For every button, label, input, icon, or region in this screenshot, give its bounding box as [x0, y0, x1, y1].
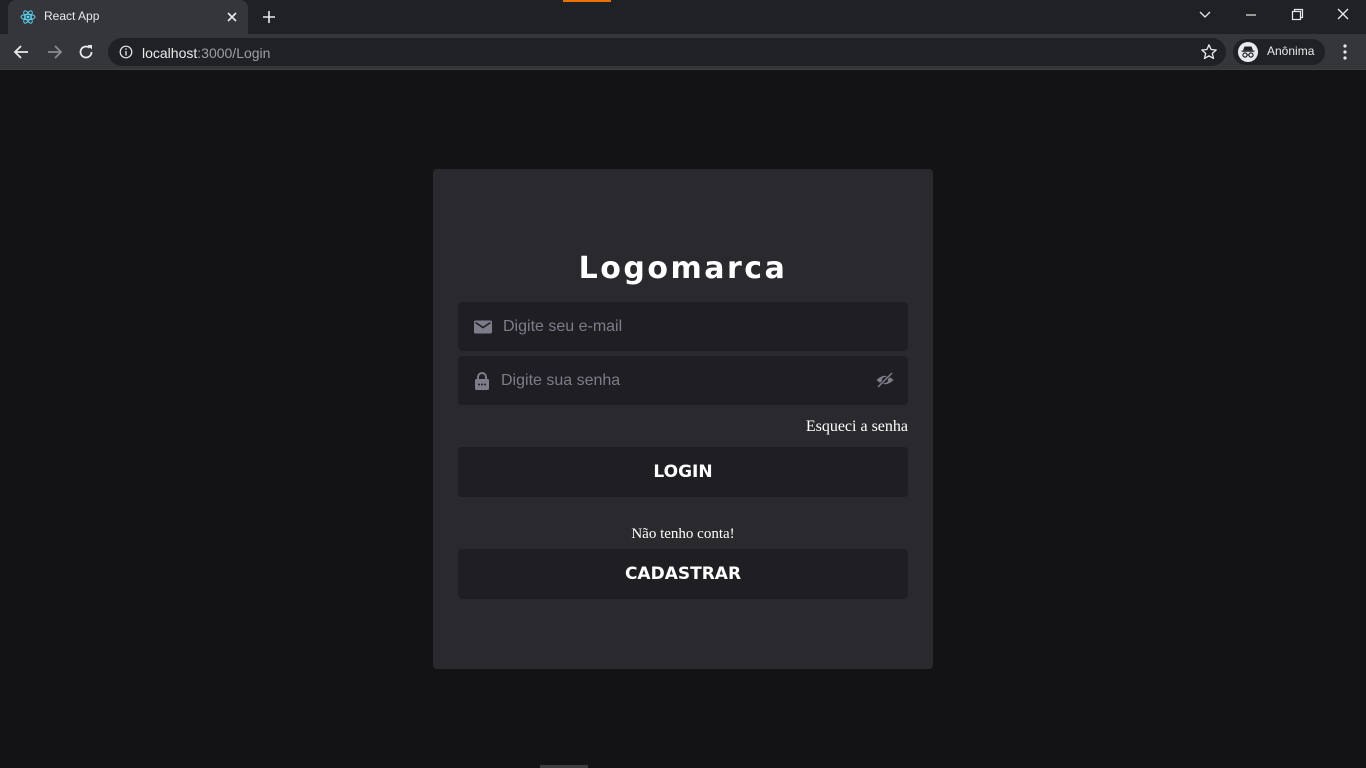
reload-icon[interactable]	[76, 42, 96, 62]
minimize-icon[interactable]	[1240, 6, 1262, 24]
lock-icon	[475, 372, 489, 390]
new-tab-icon[interactable]	[261, 9, 277, 25]
email-field[interactable]	[458, 302, 908, 351]
password-input[interactable]	[501, 356, 861, 405]
mail-icon	[474, 320, 492, 334]
login-button[interactable]: LOGIN	[458, 447, 908, 497]
password-field[interactable]	[458, 356, 908, 405]
close-tab-icon[interactable]	[224, 9, 240, 25]
close-window-icon[interactable]	[1332, 6, 1354, 24]
browser-titlebar: React App	[0, 0, 1366, 34]
site-info-icon[interactable]	[119, 45, 133, 59]
tab-search-icon[interactable]	[1194, 6, 1216, 24]
register-button[interactable]: CADASTRAR	[458, 549, 908, 599]
incognito-profile-button[interactable]: Anônima	[1233, 39, 1325, 65]
logo-text: Logomarca	[578, 251, 788, 286]
login-card: Logomarca Esqueci a senha LOGIN Não tenh…	[433, 169, 933, 669]
bookmark-star-icon[interactable]	[1200, 43, 1218, 61]
forgot-password-link[interactable]: Esqueci a senha	[806, 418, 908, 436]
react-logo-icon	[20, 10, 36, 24]
tab-title: React App	[44, 9, 100, 23]
restore-icon[interactable]	[1286, 6, 1308, 24]
url-path: :3000/Login	[197, 45, 271, 61]
no-account-text: Não tenho conta!	[631, 526, 735, 542]
browser-toolbar: localhost:3000/Login Anônima	[0, 34, 1366, 70]
email-input[interactable]	[503, 302, 893, 351]
address-bar[interactable]: localhost:3000/Login	[108, 38, 1226, 66]
window-accent-line	[563, 0, 611, 2]
toggle-password-visibility-icon[interactable]	[875, 370, 895, 390]
browser-tab[interactable]: React App	[8, 0, 248, 34]
back-icon[interactable]	[12, 42, 32, 62]
forward-icon[interactable]	[44, 42, 64, 62]
url-text[interactable]: localhost:3000/Login	[142, 45, 270, 61]
url-host: localhost	[142, 45, 198, 61]
incognito-icon	[1238, 42, 1258, 62]
profile-label: Anônima	[1267, 44, 1315, 58]
browser-menu-icon[interactable]	[1337, 43, 1353, 61]
